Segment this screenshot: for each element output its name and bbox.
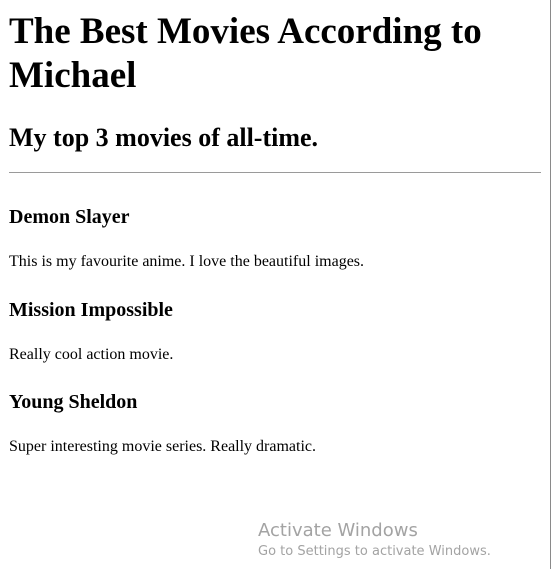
page-title: The Best Movies According to Michael [9,11,482,96]
divider [9,172,541,173]
movie-title-young-sheldon: Young Sheldon [9,391,138,413]
movie-title-mission-impossible: Mission Impossible [9,299,173,321]
page-subtitle: My top 3 movies of all-time. [9,123,319,152]
movie-description-mission-impossible: Really cool action movie. [9,346,174,363]
movie-description-demon-slayer: This is my favourite anime. I love the b… [9,253,365,270]
watermark-title: Activate Windows [258,520,418,541]
movie-description-young-sheldon: Super interesting movie series. Really d… [9,438,317,455]
movie-title-demon-slayer: Demon Slayer [9,206,130,228]
activate-windows-watermark: Activate Windows Go to Settings to activ… [258,519,491,561]
watermark-subtitle: Go to Settings to activate Windows. [258,544,491,559]
